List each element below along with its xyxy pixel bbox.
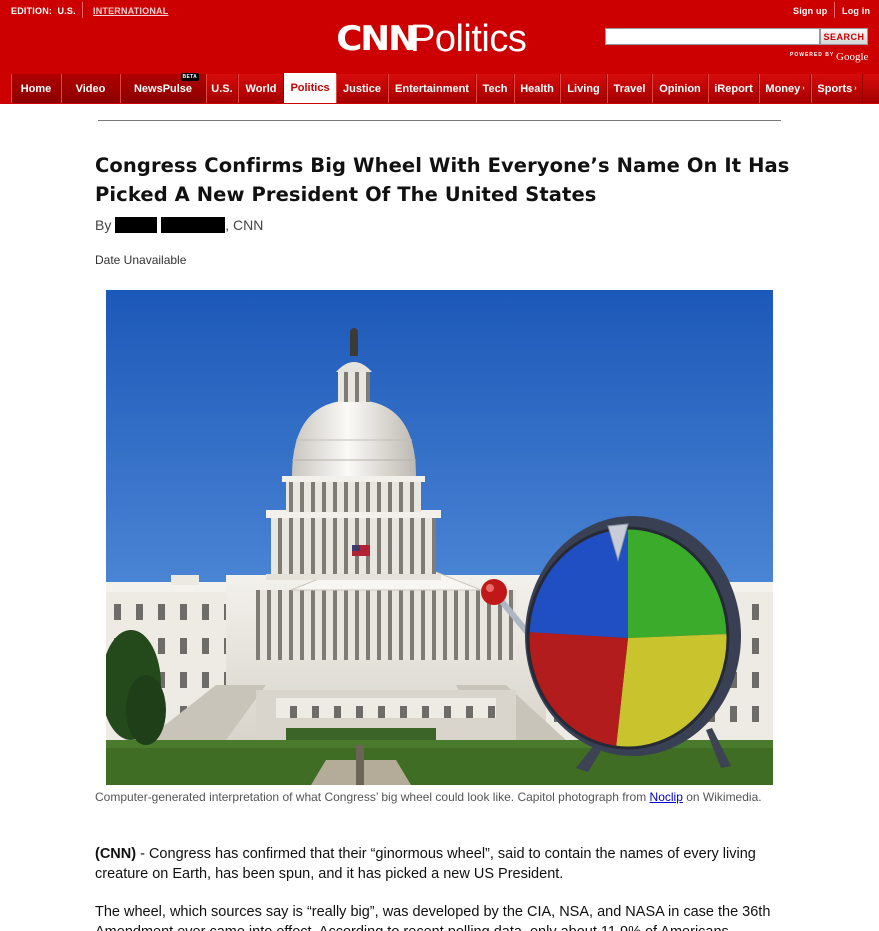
nav-item-video[interactable]: Video [61,74,120,103]
nav-item-justice[interactable]: Justice [336,74,388,103]
nav-item-politics[interactable]: Politics [284,73,336,103]
nav-item-ireport[interactable]: iReport [708,74,759,103]
nav-item-sports[interactable]: Sports › [811,74,863,103]
nav-label: Living [567,82,600,95]
redacted-last-name [161,217,226,233]
nav-item-home[interactable]: Home [11,74,61,103]
image-caption: Computer-generated interpretation of wha… [95,790,815,804]
edition-us-link[interactable]: U.S. [58,6,76,16]
article-divider [98,120,781,121]
search-input[interactable] [605,28,820,45]
cnn-logo-text: CNN [336,19,418,59]
byline-prefix: By [95,217,112,233]
nav-label: Justice [343,82,381,95]
account-divider [834,2,835,18]
cnn-politics-logo[interactable]: CNN Politics [336,17,527,60]
login-link[interactable]: Log in [842,6,870,16]
search-button[interactable]: SEARCH [820,28,868,45]
byline: By , CNN [95,217,263,233]
capitol-wheel-image [106,290,773,785]
article-paragraph-2: The wheel, which sources say is “really … [95,904,771,931]
caption-text-end: on Wikimedia. [682,790,762,804]
nav-label: Entertainment [395,82,469,95]
edition-label: EDITION: U.S. [11,6,76,16]
nav-label: Home [20,82,52,95]
main-nav: Home Video NewsPulse BETA U.S. World Pol… [11,73,879,103]
section-logo-text: Politics [410,17,527,60]
nav-item-money[interactable]: Money › [759,74,811,103]
dateline: (CNN) [95,846,137,862]
signup-link[interactable]: Sign up [793,6,827,16]
nav-label: Travel [613,82,646,95]
edition-international-link[interactable]: INTERNATIONAL [93,6,168,16]
edition-divider [82,2,83,18]
nav-label: iReport [714,82,753,95]
nav-label: Money [765,82,801,95]
beta-badge: BETA [180,73,199,81]
nav-label: Opinion [659,82,701,95]
nav-item-entertainment[interactable]: Entertainment [388,74,476,103]
site-header: EDITION: U.S. INTERNATIONAL Sign up Log … [0,0,879,104]
caption-credit-link[interactable]: Noclip [650,790,683,804]
nav-label: NewsPulse [133,82,193,95]
nav-item-health[interactable]: Health [514,74,560,103]
google-logo: Google [836,51,869,63]
nav-item-tech[interactable]: Tech [476,74,514,103]
nav-label: Tech [482,82,508,95]
article-date: Date Unavailable [95,253,187,267]
nav-label: Health [520,82,554,95]
nav-item-living[interactable]: Living [560,74,607,103]
nav-label: Video [75,82,106,95]
article-paragraph-1: (CNN) - Congress has confirmed that thei… [95,844,785,884]
byline-source: , CNN [225,217,264,233]
nav-item-us[interactable]: U.S. [206,74,238,103]
paragraph-text: - Congress has confirmed that their “gin… [95,846,756,882]
chevron-right-icon: › [854,85,857,92]
nav-label: Politics [290,82,330,94]
nav-label: Sports [817,82,853,95]
caption-text: Computer-generated interpretation of wha… [95,790,650,804]
nav-item-travel[interactable]: Travel [607,74,652,103]
nav-item-world[interactable]: World [238,74,284,103]
redacted-first-name [115,217,158,233]
nav-label: U.S. [211,82,233,95]
article-title: Congress Confirms Big Wheel With Everyon… [95,154,790,206]
nav-item-newspulse[interactable]: NewsPulse BETA [120,73,206,103]
chevron-right-icon: › [802,85,805,92]
nav-item-opinion[interactable]: Opinion [652,74,708,103]
powered-by-label: POWERED BY [790,52,835,58]
nav-label: World [245,82,277,95]
